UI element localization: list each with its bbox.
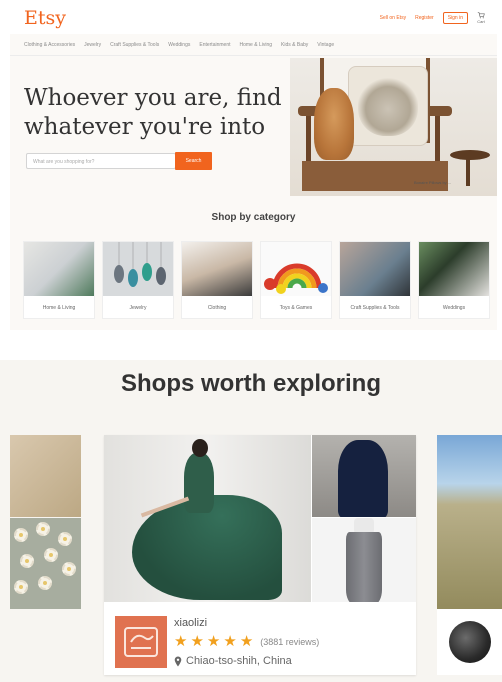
category-image bbox=[340, 242, 410, 296]
cart-label: Cart bbox=[477, 19, 485, 24]
grey-skirt bbox=[346, 532, 382, 602]
orange-cat bbox=[314, 88, 354, 160]
category-label: Toys & Games bbox=[279, 305, 313, 311]
shop-location: Chiao-tso-shih, China bbox=[174, 655, 292, 667]
pillow-cat-print bbox=[358, 76, 418, 136]
shop-rating: ★ ★ ★ ★ ★ (3881 reviews) bbox=[174, 634, 319, 649]
search-button[interactable]: Search bbox=[175, 152, 212, 170]
etsy-homepage-screenshot: Etsy Sell on Etsy Register Sign in Cart … bbox=[10, 0, 497, 330]
crochet-flower bbox=[14, 528, 28, 542]
shop-image bbox=[437, 435, 502, 609]
crochet-flower bbox=[36, 522, 50, 536]
star-icon: ★ bbox=[190, 633, 204, 650]
category-card-weddings[interactable]: Weddings bbox=[419, 242, 489, 318]
nav-item-entertainment[interactable]: Entertainment bbox=[199, 42, 230, 48]
hero-image: Bonaire Pillows by ... bbox=[290, 58, 497, 196]
category-card-clothing[interactable]: Clothing bbox=[182, 242, 252, 318]
category-card-toys-games[interactable]: Toys & Games bbox=[261, 242, 331, 318]
nav-item-weddings[interactable]: Weddings bbox=[168, 42, 190, 48]
page: Etsy Sell on Etsy Register Sign in Cart … bbox=[0, 0, 502, 682]
shop-card-previous[interactable] bbox=[10, 435, 81, 609]
shop-info-next bbox=[437, 609, 502, 675]
cart-icon bbox=[477, 12, 485, 19]
star-icon: ★ bbox=[174, 633, 188, 650]
crochet-flower bbox=[58, 532, 72, 546]
review-count: (3881 reviews) bbox=[260, 636, 320, 647]
navy-dress bbox=[338, 440, 388, 517]
crochet-flower bbox=[38, 576, 52, 590]
nav-divider bbox=[10, 55, 497, 56]
hero-caption[interactable]: Bonaire Pillows by ... bbox=[414, 180, 451, 185]
category-cards: Home & Living Jewelry Clothing Toys & Ga… bbox=[24, 242, 489, 318]
category-card-home-living[interactable]: Home & Living bbox=[24, 242, 94, 318]
nav-item-kids-baby[interactable]: Kids & Baby bbox=[281, 42, 308, 48]
shop-image bbox=[10, 435, 81, 517]
nav-item-home-living[interactable]: Home & Living bbox=[240, 42, 273, 48]
category-label: Craft Supplies & Tools bbox=[350, 305, 400, 311]
shop-thumb-navy-dress bbox=[312, 435, 416, 517]
category-image bbox=[419, 242, 489, 296]
shop-location-text: Chiao-tso-shih, China bbox=[186, 655, 292, 667]
category-image bbox=[182, 242, 252, 296]
hero-headline: Whoever you are, find whatever you're in… bbox=[24, 85, 282, 140]
shop-main-image bbox=[104, 435, 311, 602]
category-label: Home & Living bbox=[42, 305, 76, 311]
register-link[interactable]: Register bbox=[415, 15, 434, 21]
category-card-craft-supplies[interactable]: Craft Supplies & Tools bbox=[340, 242, 410, 318]
chair-seat bbox=[302, 161, 448, 191]
shop-info: xiaolizi ★ ★ ★ ★ ★ (3881 reviews) Chiao-… bbox=[104, 602, 416, 675]
cart-button[interactable]: Cart bbox=[477, 11, 485, 24]
rainbow-toy-illustration bbox=[264, 263, 328, 294]
star-icon: ★ bbox=[239, 633, 254, 650]
shop-logo-icon bbox=[115, 616, 167, 668]
category-image bbox=[24, 242, 94, 296]
star-icon: ★ bbox=[223, 633, 237, 650]
sell-on-etsy-link[interactable]: Sell on Etsy bbox=[380, 15, 406, 21]
etsy-logo[interactable]: Etsy bbox=[24, 7, 66, 29]
category-card-jewelry[interactable]: Jewelry bbox=[103, 242, 173, 318]
nav-item-jewelry[interactable]: Jewelry bbox=[84, 42, 101, 48]
shops-section-title: Shops worth exploring bbox=[120, 370, 381, 397]
shop-by-category-title: Shop by category bbox=[211, 212, 296, 223]
crochet-flower bbox=[44, 548, 58, 562]
category-nav: Clothing & Accessories Jewelry Craft Sup… bbox=[24, 42, 334, 48]
shop-card-featured[interactable]: xiaolizi ★ ★ ★ ★ ★ (3881 reviews) Chiao-… bbox=[104, 435, 416, 675]
category-image bbox=[261, 242, 331, 296]
shop-avatar[interactable] bbox=[449, 621, 491, 663]
nav-item-craft-supplies[interactable]: Craft Supplies & Tools bbox=[110, 42, 159, 48]
header: Etsy Sell on Etsy Register Sign in Cart bbox=[10, 0, 497, 34]
search-input[interactable]: What are you shopping for? bbox=[26, 153, 176, 169]
category-label: Weddings bbox=[442, 305, 466, 311]
crochet-flower bbox=[62, 562, 76, 576]
nav-item-clothing[interactable]: Clothing & Accessories bbox=[24, 42, 75, 48]
shop-avatar[interactable] bbox=[115, 616, 167, 668]
crochet-flower bbox=[20, 554, 34, 568]
stool-leg bbox=[466, 156, 470, 186]
category-label: Jewelry bbox=[129, 305, 147, 311]
model-head bbox=[192, 439, 208, 457]
stool bbox=[450, 150, 490, 160]
earrings-illustration bbox=[114, 242, 166, 287]
sign-in-button[interactable]: Sign in bbox=[442, 11, 468, 24]
shop-thumb-grey-skirt bbox=[312, 518, 416, 602]
crochet-flower bbox=[14, 580, 28, 594]
location-pin-icon bbox=[174, 656, 182, 666]
shop-card-next[interactable] bbox=[437, 435, 502, 609]
shop-name[interactable]: xiaolizi bbox=[174, 617, 207, 629]
shops-section: Shops worth exploring xiaolizi ★ ★ ★ ★ ★… bbox=[0, 360, 502, 682]
nav-item-vintage[interactable]: Vintage bbox=[317, 42, 334, 48]
green-dress-bodice bbox=[184, 453, 214, 513]
star-icon: ★ bbox=[206, 633, 221, 650]
category-image bbox=[103, 242, 173, 296]
header-links: Sell on Etsy Register Sign in Cart bbox=[380, 11, 485, 24]
shop-image bbox=[10, 518, 81, 609]
category-label: Clothing bbox=[207, 305, 227, 311]
